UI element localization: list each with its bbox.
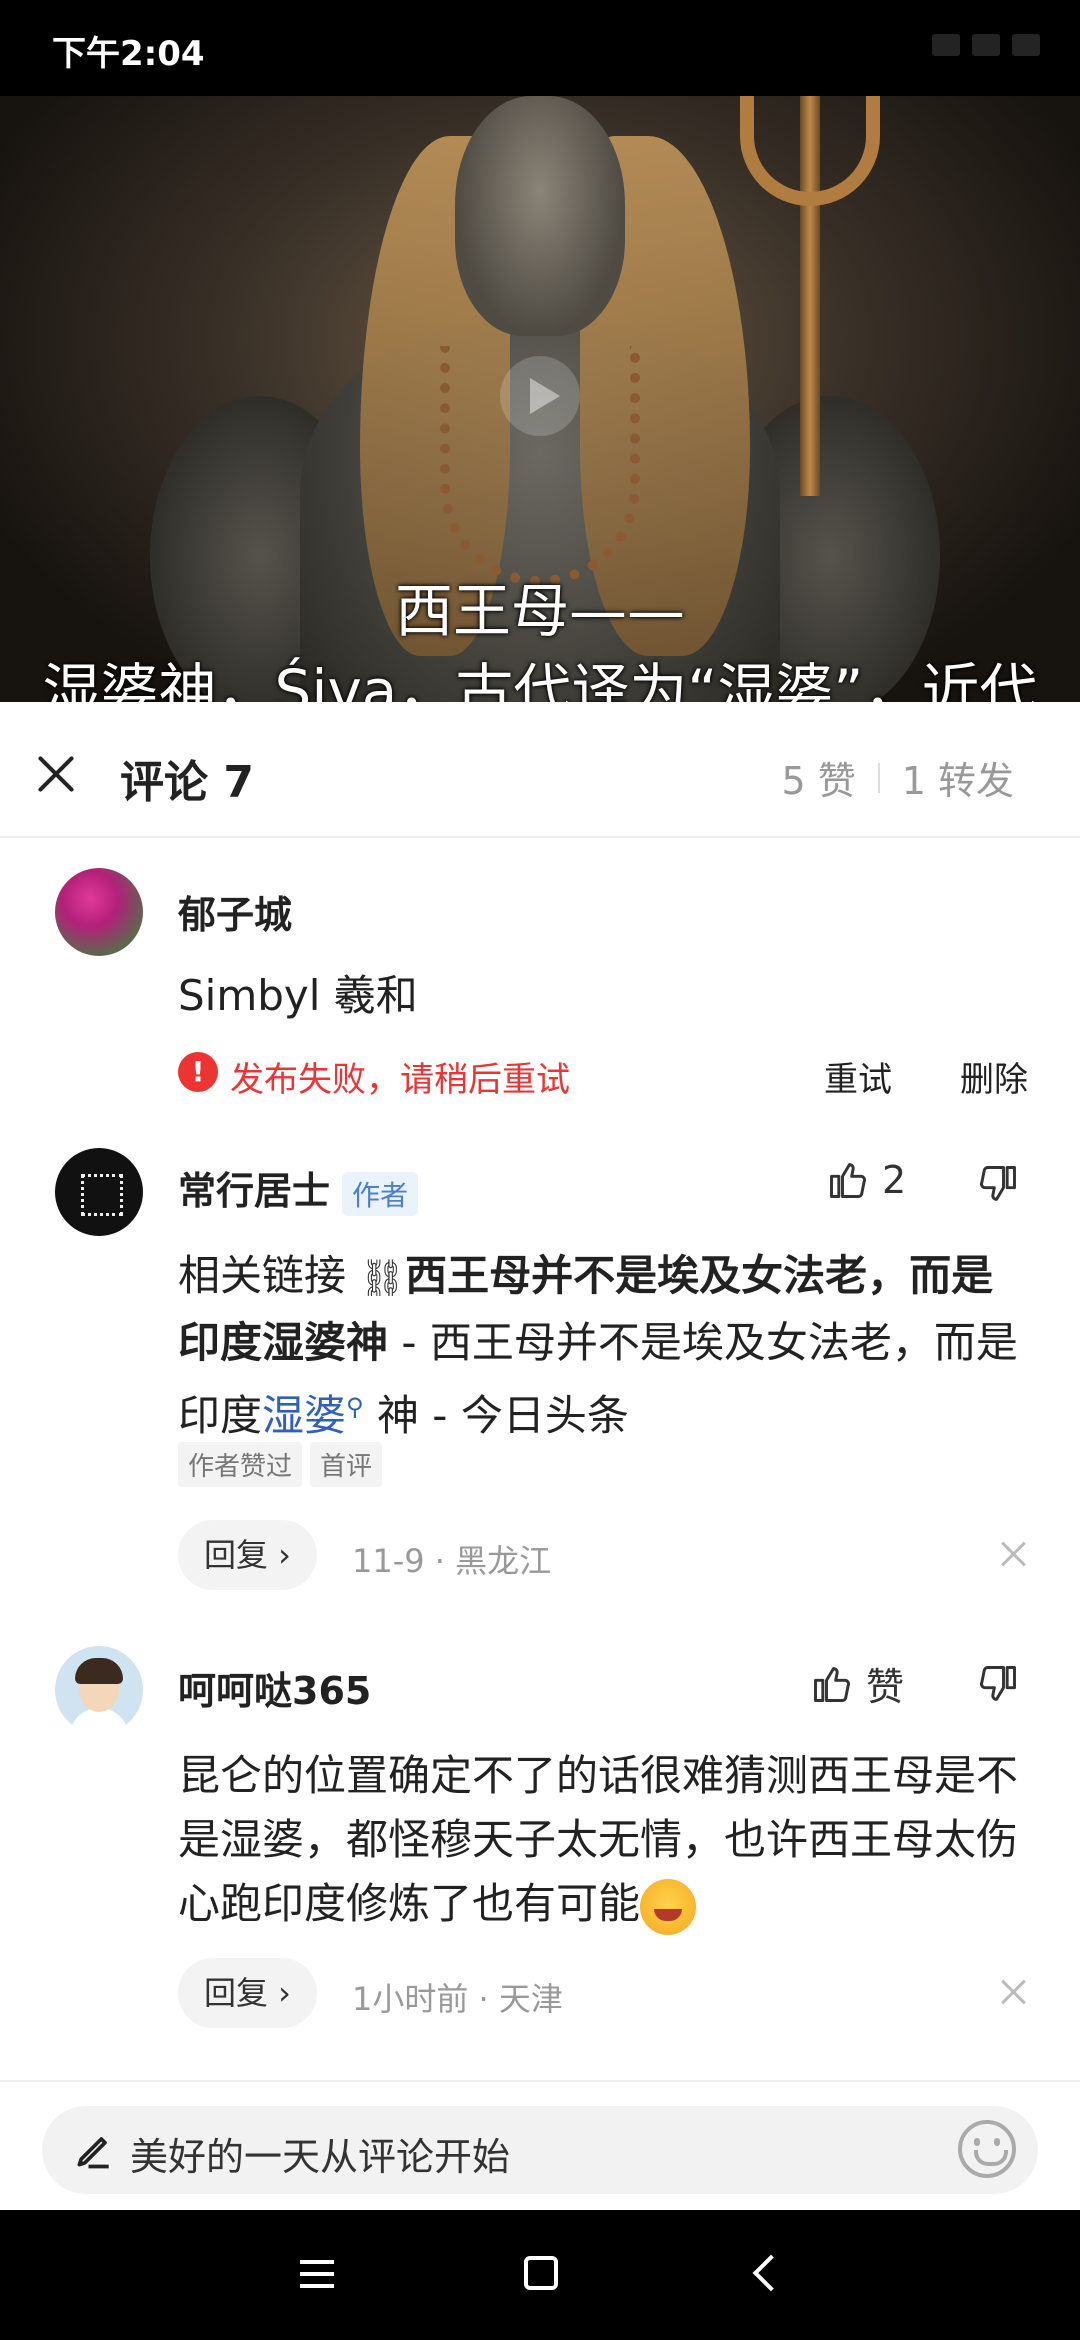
- link-icon: ⛓: [359, 1258, 406, 1299]
- comment-text: 昆仑的位置确定不了的话很难猜测西王母是不是湿婆，都怪穆天子太无情，也许西王母太伤…: [178, 1744, 1018, 1936]
- delete-button[interactable]: 删除: [960, 1052, 1028, 1101]
- publish-failed-text: 发布失败，请稍后重试: [230, 1060, 570, 1100]
- close-icon[interactable]: [994, 1972, 1034, 2012]
- emoji-picker-icon[interactable]: [958, 2120, 1016, 2178]
- home-icon[interactable]: [524, 2256, 558, 2290]
- back-icon[interactable]: [752, 2254, 790, 2292]
- video-player[interactable]: 西王母—— 湿婆神，Śiva，古代译为“湿婆”，近代: [0, 96, 1080, 702]
- like-button[interactable]: 赞: [810, 1656, 904, 1711]
- like-label: 赞: [866, 1665, 905, 1709]
- alert-icon: !: [178, 1052, 218, 1092]
- video-subtitle-line2: 湿婆神，Śiva，古代译为“湿婆”，近代: [42, 657, 1038, 702]
- comment-tags: 作者赞过 首评: [178, 1442, 383, 1487]
- likes-count[interactable]: 5 赞: [781, 750, 855, 805]
- like-button[interactable]: 2: [826, 1158, 906, 1202]
- like-count: 2: [882, 1158, 907, 1202]
- thumb-up-icon: [826, 1158, 870, 1202]
- video-subtitle-line1: 西王母——: [394, 577, 685, 645]
- system-nav-bar: [0, 2210, 1080, 2340]
- close-icon[interactable]: [34, 752, 78, 796]
- status-time: 下午2:04: [52, 34, 205, 74]
- pen-icon: [72, 2128, 116, 2172]
- search-keyword-link[interactable]: 湿婆: [262, 1391, 346, 1440]
- author-badge: 作者: [342, 1171, 419, 1216]
- comment-username: 常行居士 作者: [178, 1160, 419, 1216]
- tag-first-comment: 首评: [310, 1442, 383, 1487]
- reply-button[interactable]: 回复 ›: [178, 1520, 317, 1590]
- avatar[interactable]: [55, 1646, 143, 1734]
- publish-failed-row: ! 发布失败，请稍后重试 重试 删除: [178, 1050, 1038, 1100]
- comment-username[interactable]: 呵呵哒365: [178, 1660, 371, 1715]
- comment-username[interactable]: 郁子城: [178, 884, 292, 939]
- status-icons: [932, 34, 1040, 56]
- header-stats: 5 赞 1 转发: [781, 750, 1014, 805]
- shares-count[interactable]: 1 转发: [902, 750, 1014, 805]
- divider: [877, 762, 880, 793]
- retry-button[interactable]: 重试: [824, 1052, 892, 1101]
- play-icon[interactable]: [500, 356, 580, 436]
- thumb-down-icon: [976, 1662, 1020, 1706]
- comment-count-title: 评论 7: [120, 757, 254, 808]
- status-bar: 下午2:04: [0, 0, 1080, 96]
- search-icon: ⚲: [346, 1393, 364, 1421]
- dislike-button[interactable]: [976, 1662, 1020, 1710]
- reply-button[interactable]: 回复 ›: [178, 1958, 317, 2028]
- avatar[interactable]: [55, 1148, 143, 1236]
- comment-header: 评论 7 5 赞 1 转发: [0, 702, 1080, 838]
- comment-text: 相关链接 ⛓西王母并不是埃及女法老，而是印度湿婆神 - 西王母并不是埃及女法老，…: [178, 1251, 1018, 1440]
- comment-username-text[interactable]: 常行居士: [178, 1169, 330, 1213]
- thumb-down-icon: [976, 1162, 1020, 1206]
- comment-input-placeholder: 美好的一天从评论开始: [130, 2135, 511, 2179]
- comment-meta: 11-9 · 黑龙江: [352, 1542, 552, 1580]
- close-icon[interactable]: [994, 1534, 1034, 1574]
- emoji-icon: [640, 1878, 697, 1935]
- comment-input-bar: 美好的一天从评论开始: [0, 2080, 1080, 2210]
- avatar[interactable]: [55, 868, 143, 956]
- dislike-button[interactable]: [976, 1162, 1020, 1210]
- thumb-up-icon: [810, 1662, 854, 1706]
- menu-icon[interactable]: [300, 2260, 334, 2288]
- comment-meta: 1小时前 · 天津: [352, 1980, 563, 2018]
- tag-author-liked: 作者赞过: [178, 1442, 303, 1487]
- comment-text: Simbyl 羲和: [178, 971, 418, 1020]
- comment-input[interactable]: 美好的一天从评论开始: [42, 2106, 1038, 2194]
